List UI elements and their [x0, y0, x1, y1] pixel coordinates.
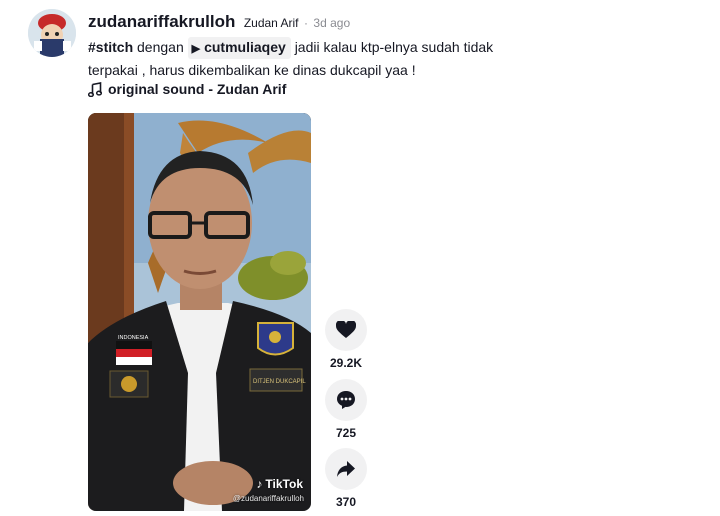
- watermark-brand: TikTok: [265, 477, 303, 491]
- tiktok-watermark: ♪ TikTok: [256, 477, 303, 491]
- comment-icon: [337, 391, 355, 409]
- like-count: 29.2K: [329, 356, 363, 370]
- country-badge-text: INDONESIA: [118, 335, 149, 341]
- post-time: 3d ago: [313, 16, 351, 30]
- music-note-icon: [88, 81, 102, 97]
- username-link[interactable]: zudanariffakrulloh: [88, 12, 235, 31]
- share-count: 370: [335, 495, 357, 509]
- caption: #stitch dengan ▶ cutmuliaqey jadii kalau …: [88, 36, 518, 81]
- separator: ·: [303, 16, 308, 30]
- nickname: Zudan Arif: [243, 16, 299, 30]
- play-icon: ▶: [191, 43, 201, 55]
- avatar-image: [28, 9, 76, 57]
- stitch-user-chip[interactable]: ▶ cutmuliaqey: [187, 37, 291, 59]
- avatar[interactable]: [28, 9, 76, 57]
- caption-connector: dengan: [137, 39, 184, 55]
- comment-button[interactable]: [325, 379, 367, 421]
- share-button[interactable]: [325, 448, 367, 490]
- video-player[interactable]: INDONESIA DITJEN DUKCAPIL ♪ TikTok @zuda…: [88, 113, 311, 511]
- post-header: zudanariffakrulloh Zudan Arif · 3d ago: [88, 12, 350, 32]
- video-frame: INDONESIA DITJEN DUKCAPIL: [88, 113, 311, 511]
- vest-tag-text: DITJEN DUKCAPIL: [253, 379, 306, 385]
- like-button[interactable]: [325, 309, 367, 351]
- watermark-user: @zudanariffakrulloh: [232, 494, 304, 503]
- sound-link[interactable]: original sound - Zudan Arif: [88, 81, 286, 97]
- tiktok-logo-icon: ♪: [256, 477, 263, 491]
- comment-count: 725: [335, 426, 357, 440]
- sound-label: original sound - Zudan Arif: [108, 81, 287, 97]
- share-icon: [337, 461, 355, 477]
- caption-text-1: jadii kalau ktp-elnya sudah tidak: [294, 39, 494, 55]
- stitch-user-label: cutmuliaqey: [204, 39, 286, 55]
- caption-text-2: terpakai , harus dikembalikan ke dinas d…: [88, 62, 416, 78]
- heart-icon: [336, 321, 356, 338]
- hashtag-link[interactable]: #stitch: [88, 39, 133, 55]
